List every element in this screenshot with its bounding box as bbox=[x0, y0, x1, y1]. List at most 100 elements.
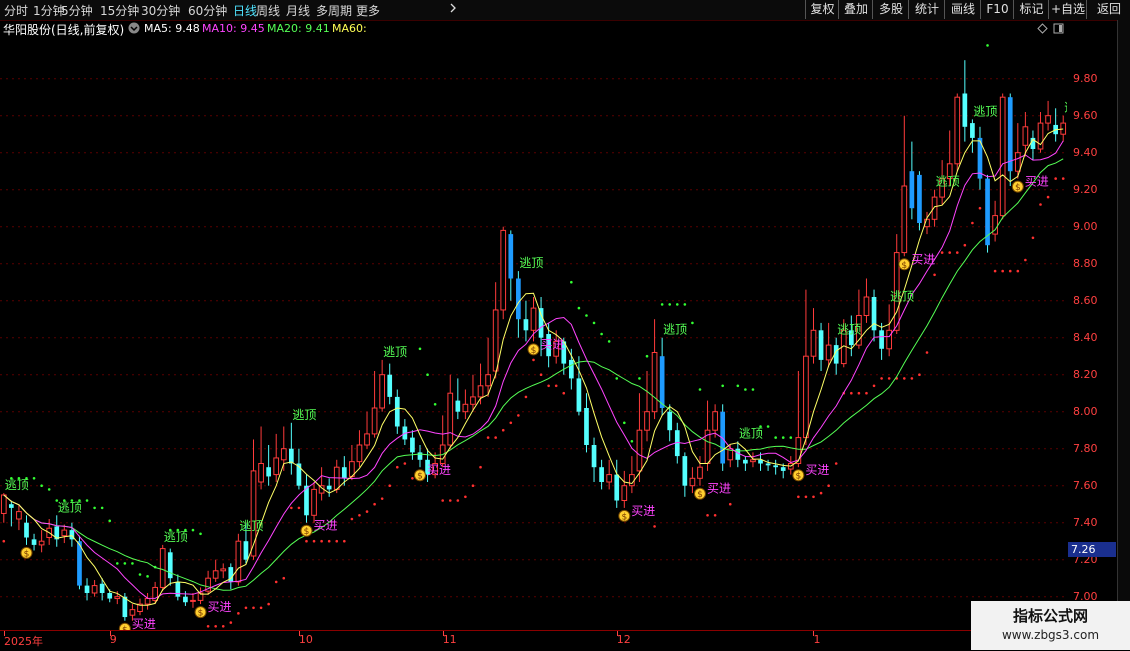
toolbar-button-3[interactable]: 统计 bbox=[908, 0, 945, 19]
candle-body[interactable] bbox=[750, 459, 756, 463]
candle-body[interactable] bbox=[917, 174, 922, 223]
candle-body[interactable] bbox=[61, 529, 68, 537]
candle-body[interactable] bbox=[780, 467, 786, 471]
candle-body[interactable] bbox=[970, 123, 975, 138]
candle-body[interactable] bbox=[183, 596, 188, 603]
candle-body[interactable] bbox=[879, 330, 884, 349]
candle-body[interactable] bbox=[387, 374, 393, 397]
toolbar-button-8[interactable]: 返回 bbox=[1086, 0, 1130, 19]
candle-body[interactable] bbox=[621, 485, 628, 502]
candle-body[interactable] bbox=[9, 504, 14, 508]
candle-body[interactable] bbox=[1014, 152, 1021, 172]
period-5[interactable]: 60分钟 bbox=[188, 2, 227, 19]
toolbar-button-2[interactable]: 多股 bbox=[872, 0, 909, 19]
candle-body[interactable] bbox=[651, 352, 658, 413]
period-0[interactable]: 分时 bbox=[4, 2, 28, 19]
candle-body[interactable] bbox=[1045, 115, 1051, 124]
candle-body[interactable] bbox=[682, 456, 688, 486]
candle-body[interactable] bbox=[235, 540, 242, 583]
candle-body[interactable] bbox=[477, 385, 484, 398]
diamond-icon[interactable] bbox=[1037, 23, 1048, 37]
candle-body[interactable] bbox=[280, 448, 287, 461]
candle-body[interactable] bbox=[84, 585, 90, 593]
candle-body[interactable] bbox=[462, 403, 469, 413]
candle-body[interactable] bbox=[576, 378, 582, 412]
candle-body[interactable] bbox=[379, 374, 385, 409]
candle-body[interactable] bbox=[266, 467, 271, 477]
period-8[interactable]: 月线 bbox=[286, 2, 310, 19]
candle-body[interactable] bbox=[326, 485, 332, 490]
period-10[interactable]: 更多 bbox=[356, 2, 380, 19]
candle-body[interactable] bbox=[538, 308, 544, 338]
toolbar-button-4[interactable]: 画线 bbox=[944, 0, 981, 19]
candle-body[interactable] bbox=[886, 329, 893, 350]
candle-body[interactable] bbox=[931, 196, 938, 220]
candle-body[interactable] bbox=[114, 596, 121, 600]
candle-body[interactable] bbox=[689, 477, 696, 487]
candle-body[interactable] bbox=[508, 234, 514, 279]
candle-body[interactable] bbox=[712, 411, 718, 431]
candle-body[interactable] bbox=[1060, 122, 1067, 135]
candle-body[interactable] bbox=[568, 359, 574, 379]
candle-body[interactable] bbox=[523, 319, 529, 331]
candle-body[interactable] bbox=[24, 522, 29, 538]
toolbar-button-5[interactable]: F10 bbox=[980, 0, 1014, 19]
candle-body[interactable] bbox=[190, 599, 196, 602]
candle-body[interactable] bbox=[765, 463, 771, 466]
candle-body[interactable] bbox=[394, 396, 400, 427]
candle-body[interactable] bbox=[356, 444, 363, 463]
kline-chart[interactable]: 逃顶$逃顶$买进逃顶$买进逃顶逃顶$买进逃顶$买进逃顶$买进$买进逃顶$买进逃顶… bbox=[0, 38, 1088, 641]
candle-body[interactable] bbox=[1022, 126, 1029, 146]
period-9[interactable]: 多周期 bbox=[316, 2, 352, 19]
period-1[interactable]: 1分钟 bbox=[33, 2, 65, 19]
candle-body[interactable] bbox=[288, 448, 294, 464]
candle-body[interactable] bbox=[311, 488, 317, 516]
candle-body[interactable] bbox=[220, 568, 227, 572]
candle-body[interactable] bbox=[470, 396, 476, 405]
candle-body[interactable] bbox=[38, 540, 45, 546]
candle-body[interactable] bbox=[863, 296, 870, 316]
candle-body[interactable] bbox=[591, 445, 597, 468]
candle-body[interactable] bbox=[954, 96, 961, 165]
candle-body[interactable] bbox=[999, 96, 1006, 217]
period-7[interactable]: 周线 bbox=[256, 2, 280, 19]
candle-body[interactable] bbox=[962, 93, 968, 127]
candle-body[interactable] bbox=[0, 494, 7, 514]
circle-chevron-down-icon[interactable] bbox=[128, 22, 140, 37]
candle-body[interactable] bbox=[909, 171, 915, 209]
candle-body[interactable] bbox=[530, 307, 537, 331]
candle-body[interactable] bbox=[212, 570, 219, 579]
candle-body[interactable] bbox=[99, 583, 105, 593]
candle-body[interactable] bbox=[129, 609, 136, 616]
candle-body[interactable] bbox=[584, 408, 589, 445]
candle-body[interactable] bbox=[485, 374, 491, 387]
period-4[interactable]: 30分钟 bbox=[141, 2, 180, 19]
period-3[interactable]: 15分钟 bbox=[100, 2, 139, 19]
candle-body[interactable] bbox=[159, 548, 166, 588]
right-side-strip[interactable] bbox=[1117, 20, 1130, 650]
toolbar-button-7[interactable]: +自选 bbox=[1048, 0, 1087, 19]
candle-body[interactable] bbox=[516, 278, 521, 320]
candle-body[interactable] bbox=[500, 229, 507, 311]
candle-body[interactable] bbox=[636, 429, 643, 472]
candle-body[interactable] bbox=[659, 356, 665, 408]
candle-body[interactable] bbox=[364, 433, 370, 446]
period-6[interactable]: 日线 bbox=[233, 2, 257, 19]
candle-body[interactable] bbox=[599, 467, 604, 482]
candle-body[interactable] bbox=[243, 541, 249, 560]
toolbar-button-6[interactable]: 标记 bbox=[1013, 0, 1049, 19]
candle-body[interactable] bbox=[447, 392, 454, 446]
candle-body[interactable] bbox=[91, 585, 98, 594]
candle-body[interactable] bbox=[492, 309, 499, 372]
candle-body[interactable] bbox=[614, 474, 620, 501]
candle-body[interactable] bbox=[606, 474, 613, 483]
candle-body[interactable] bbox=[107, 593, 113, 599]
candle-body[interactable] bbox=[697, 466, 703, 479]
candle-body[interactable] bbox=[825, 344, 832, 361]
candle-body[interactable] bbox=[743, 459, 748, 464]
candle-body[interactable] bbox=[901, 185, 908, 254]
candle-body[interactable] bbox=[644, 411, 650, 431]
candle-body[interactable] bbox=[16, 511, 22, 520]
candle-body[interactable] bbox=[803, 355, 809, 439]
period-2[interactable]: 5分钟 bbox=[61, 2, 93, 19]
